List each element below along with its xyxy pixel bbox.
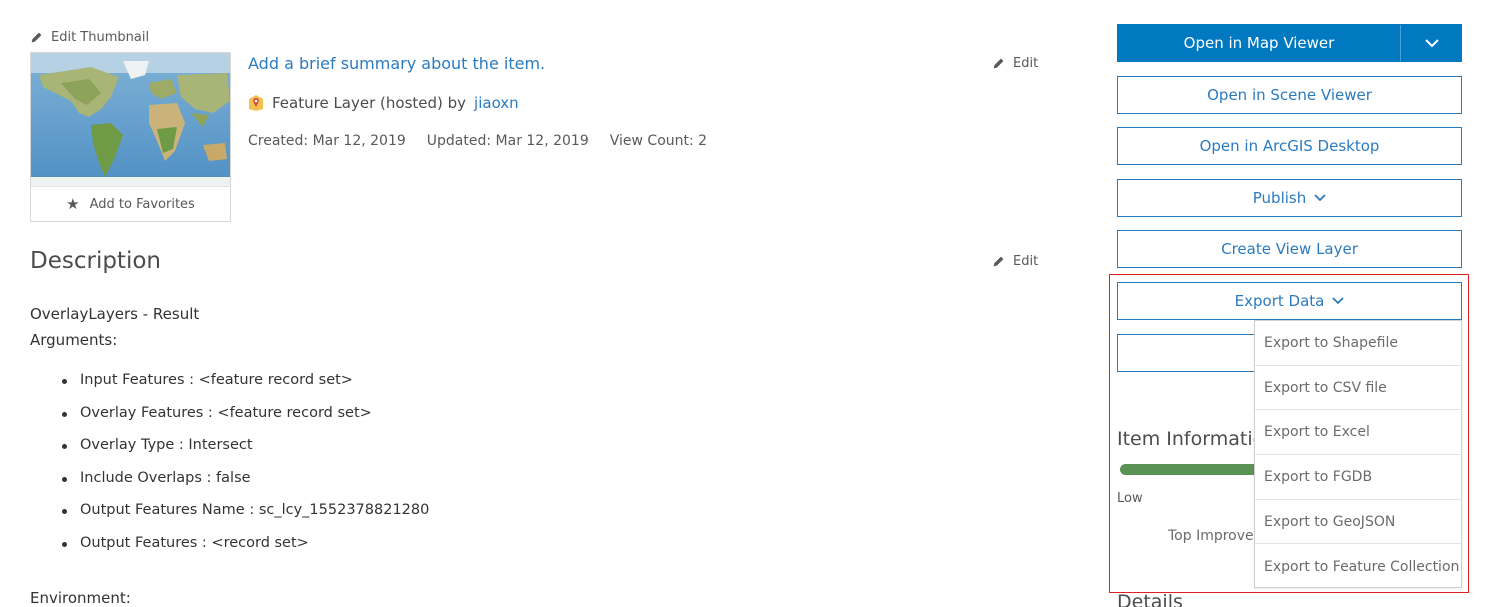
- item-information-heading: Item Information: [1117, 428, 1254, 450]
- thumbnail-map-image: [31, 53, 230, 186]
- edit-summary-label: Edit: [1013, 56, 1039, 71]
- export-data-button[interactable]: Export Data: [1117, 282, 1462, 320]
- export-feature-collection-item[interactable]: Export to Feature Collection: [1255, 544, 1461, 589]
- export-data-label: Export Data: [1234, 292, 1325, 310]
- argument-item: Output Features : <record set>: [61, 535, 429, 568]
- chevron-down-icon: [1314, 194, 1326, 202]
- arguments-list: Input Features : <feature record set> Ov…: [61, 372, 429, 568]
- argument-item: Overlay Features : <feature record set>: [61, 405, 429, 438]
- description-heading: Description: [30, 248, 161, 274]
- description-line-2: Arguments:: [30, 331, 118, 349]
- star-icon: ★: [66, 195, 80, 213]
- publish-label: Publish: [1252, 189, 1307, 207]
- open-arcgis-desktop-button[interactable]: Open in ArcGIS Desktop: [1117, 127, 1462, 165]
- export-data-menu: Export to Shapefile Export to CSV file E…: [1254, 320, 1462, 588]
- argument-item: Output Features Name : sc_lcy_1552378821…: [61, 502, 429, 535]
- item-information-progress-bar: [1120, 464, 1254, 475]
- edit-description-link[interactable]: Edit: [992, 254, 1038, 269]
- argument-item: Input Features : <feature record set>: [61, 372, 429, 405]
- score-label: Low: [1117, 491, 1143, 506]
- edit-summary-link[interactable]: Edit: [992, 56, 1038, 71]
- edit-thumbnail-label: Edit Thumbnail: [51, 30, 150, 45]
- environment-label: Environment:: [30, 589, 131, 607]
- view-count: View Count: 2: [609, 133, 708, 149]
- export-excel-item[interactable]: Export to Excel: [1255, 410, 1461, 456]
- details-heading: Details: [1117, 591, 1183, 607]
- map-viewer-options-button[interactable]: [1400, 25, 1463, 61]
- pencil-icon: [993, 58, 1004, 69]
- open-map-viewer-button[interactable]: Open in Map Viewer: [1118, 25, 1400, 61]
- publish-button[interactable]: Publish: [1117, 179, 1462, 217]
- layer-type-line: Feature Layer (hosted) by jiaoxn: [248, 94, 519, 112]
- edit-thumbnail-link[interactable]: Edit Thumbnail: [30, 30, 149, 45]
- chevron-down-icon: [1425, 38, 1439, 47]
- thumbnail-card: ★ Add to Favorites: [30, 52, 231, 222]
- owner-link[interactable]: jiaoxn: [474, 94, 519, 112]
- open-scene-viewer-button[interactable]: Open in Scene Viewer: [1117, 76, 1462, 114]
- export-fgdb-item[interactable]: Export to FGDB: [1255, 455, 1461, 500]
- created-date: Created: Mar 12, 2019: [248, 133, 406, 149]
- edit-description-label: Edit: [1013, 254, 1039, 269]
- item-metadata: Created: Mar 12, 2019 Updated: Mar 12, 2…: [248, 133, 707, 149]
- summary-link[interactable]: Add a brief summary about the item.: [248, 54, 545, 73]
- feature-layer-icon: [249, 95, 263, 111]
- updated-date: Updated: Mar 12, 2019: [426, 133, 589, 149]
- top-improvements-link[interactable]: Top Improvements: [1160, 528, 1254, 544]
- description-line-1: OverlayLayers - Result: [30, 305, 200, 323]
- pencil-icon: [993, 256, 1004, 267]
- create-view-layer-button[interactable]: Create View Layer: [1117, 230, 1462, 268]
- export-shapefile-item[interactable]: Export to Shapefile: [1255, 321, 1461, 366]
- argument-item: Overlay Type : Intersect: [61, 437, 429, 470]
- top-improvements-label: Top Improvements: [1168, 528, 1254, 544]
- export-csv-item[interactable]: Export to CSV file: [1255, 366, 1461, 411]
- add-to-favorites-label: Add to Favorites: [89, 196, 195, 212]
- layer-type-text: Feature Layer (hosted) by: [272, 94, 467, 112]
- open-map-viewer-group: Open in Map Viewer: [1117, 24, 1462, 62]
- chevron-down-icon: [1332, 297, 1344, 305]
- export-geojson-item[interactable]: Export to GeoJSON: [1255, 500, 1461, 545]
- pencil-icon: [31, 32, 42, 43]
- argument-item: Include Overlaps : false: [61, 470, 429, 503]
- add-to-favorites-button[interactable]: ★ Add to Favorites: [31, 186, 230, 221]
